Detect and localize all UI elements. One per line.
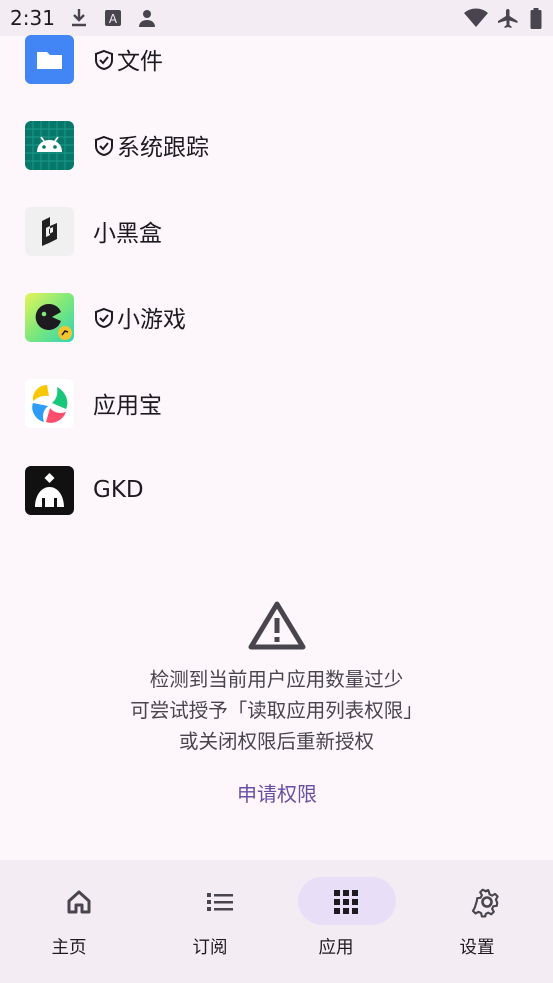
empty-message-line-3: 或关闭权限后重新授权 <box>178 730 374 753</box>
android-trace-icon <box>25 121 74 170</box>
app-label-mini-game: 小游戏 <box>117 307 186 333</box>
nav-label-subscription: 订阅 <box>192 938 228 958</box>
mini-game-icon <box>25 293 74 342</box>
nav-item-home[interactable]: 主页 <box>0 860 138 983</box>
status-time: 2:31 <box>10 6 55 30</box>
app-row-app-treasure[interactable]: 应用宝 <box>0 379 553 466</box>
app-row-gkd[interactable]: GKD <box>0 466 553 552</box>
download-icon <box>72 9 86 27</box>
app-row-files[interactable]: 文件 <box>0 35 553 122</box>
shield-check-icon <box>95 49 113 71</box>
home-icon <box>67 890 91 914</box>
svg-text:A: A <box>109 12 118 26</box>
empty-message-line-2: 可尝试授予「读取应用列表权限」 <box>130 699 423 722</box>
warning-icon <box>248 601 306 650</box>
shield-check-icon <box>95 307 113 329</box>
apps-grid-icon <box>334 890 358 914</box>
a-box-icon: A <box>105 10 121 26</box>
gkd-icon <box>25 466 74 515</box>
nav-label-home: 主页 <box>51 938 87 958</box>
person-icon <box>139 10 155 27</box>
bottom-navigation: 主页 订阅 应用 设置 <box>0 860 553 983</box>
app-label-heybox: 小黑盒 <box>93 221 162 247</box>
request-permission-button[interactable]: 申请权限 <box>226 777 328 811</box>
airplane-icon <box>498 9 518 28</box>
shield-check-icon <box>95 135 113 157</box>
app-row-system-trace[interactable]: 系统跟踪 <box>0 121 553 208</box>
app-label-app-treasure: 应用宝 <box>93 393 162 419</box>
files-folder-icon <box>25 35 74 84</box>
wifi-icon <box>464 8 488 27</box>
nav-label-settings: 设置 <box>459 938 495 958</box>
app-treasure-icon <box>25 379 74 428</box>
gear-icon <box>471 888 499 918</box>
battery-icon <box>530 8 542 29</box>
list-icon <box>207 893 233 911</box>
app-label-files: 文件 <box>117 49 163 75</box>
app-row-heybox[interactable]: 小黑盒 <box>0 207 553 294</box>
heybox-icon <box>25 207 74 256</box>
app-label-gkd: GKD <box>93 477 144 503</box>
status-bar: 2:31 A <box>0 0 553 36</box>
nav-label-apps: 应用 <box>318 938 354 958</box>
nav-item-settings[interactable]: 设置 <box>408 860 546 983</box>
nav-item-apps[interactable]: 应用 <box>267 860 405 983</box>
app-label-system-trace: 系统跟踪 <box>117 135 209 161</box>
app-row-mini-game[interactable]: 小游戏 <box>0 293 553 380</box>
empty-message-line-1: 检测到当前用户应用数量过少 <box>149 668 404 691</box>
nav-item-subscription[interactable]: 订阅 <box>141 860 279 983</box>
